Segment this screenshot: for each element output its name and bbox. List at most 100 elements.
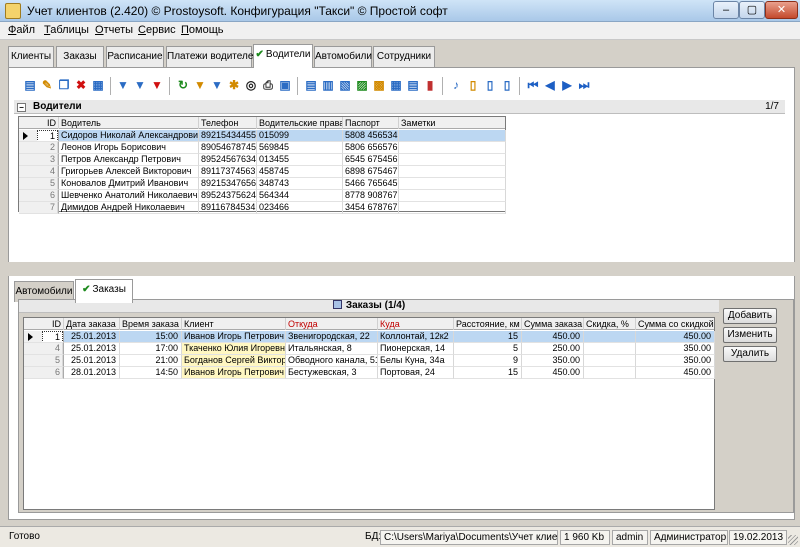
minimize-button[interactable]: – bbox=[713, 1, 739, 19]
table-row[interactable]: 1 Сидоров Николай Александрович 8921543445… bbox=[19, 130, 506, 142]
menu-help[interactable]: Помощь bbox=[181, 24, 224, 36]
menu-service[interactable]: Сервис bbox=[138, 24, 176, 36]
resize-grip[interactable] bbox=[788, 535, 798, 545]
refresh-icon[interactable]: ↻ bbox=[175, 77, 191, 93]
col-header-time[interactable]: Время заказа bbox=[120, 318, 182, 330]
cell-name: Григорьев Алексей Викторович bbox=[59, 166, 199, 178]
filter-special-icon[interactable]: ✱ bbox=[226, 77, 242, 93]
export5-icon[interactable]: ▩ bbox=[371, 77, 387, 93]
chart-icon[interactable]: ▮ bbox=[422, 77, 438, 93]
card-icon[interactable]: ▦ bbox=[90, 77, 106, 93]
col-header-sum[interactable]: Сумма заказа bbox=[522, 318, 584, 330]
print-preview-icon[interactable]: ⎙ bbox=[260, 77, 276, 93]
col-header-id[interactable]: ID bbox=[24, 318, 64, 330]
tab-orders[interactable]: Заказы bbox=[56, 46, 104, 67]
col-header-discount[interactable]: Скидка, % bbox=[584, 318, 636, 330]
tab-cars[interactable]: Автомобили bbox=[314, 46, 372, 67]
table-row[interactable]: 4 25.01.2013 17:00 Ткаченко Юлия Игоревн Ита… bbox=[24, 343, 715, 355]
cell-to: Пионерская, 14 bbox=[378, 343, 454, 355]
col-header-distance[interactable]: Расстояние, км bbox=[454, 318, 522, 330]
drivers-grid[interactable]: ID Водитель Телефон Водительские права П… bbox=[18, 116, 506, 214]
col-header-notes[interactable]: Заметки bbox=[399, 117, 506, 129]
col-header-client[interactable]: Клиент bbox=[182, 318, 286, 330]
row-indicator: 3 bbox=[19, 154, 59, 166]
splitter[interactable] bbox=[8, 262, 795, 276]
title-bar: Учет клиентов (2.420) © Prostoysoft. Кон… bbox=[0, 0, 800, 22]
doc2-icon[interactable]: ▯ bbox=[482, 77, 498, 93]
col-header-to[interactable]: Куда bbox=[378, 318, 454, 330]
cell-id: 5 bbox=[42, 355, 63, 366]
cell-notes bbox=[399, 190, 506, 202]
delete-icon[interactable]: ✖ bbox=[73, 77, 89, 93]
table-row[interactable]: 6 28.01.2013 14:50 Иванов Игорь Петрович Бес… bbox=[24, 367, 715, 379]
copy-icon[interactable]: ❐ bbox=[56, 77, 72, 93]
table-row[interactable]: 5 Коновалов Дмитрий Иванович 89215347656 34… bbox=[19, 178, 506, 190]
close-button[interactable]: ✕ bbox=[765, 1, 798, 19]
cell-id: 7 bbox=[37, 202, 58, 213]
find-icon[interactable]: ◎ bbox=[243, 77, 259, 93]
tab-driver-payments[interactable]: Платежи водителей bbox=[166, 46, 259, 67]
cell-from: Итальянская, 8 bbox=[286, 343, 378, 355]
export1-icon[interactable]: ▤ bbox=[303, 77, 319, 93]
check-icon: ✔ bbox=[255, 49, 264, 60]
table-row[interactable]: 6 Шевченко Анатолий Николаевич 89524375624… bbox=[19, 190, 506, 202]
table-row[interactable]: 7 Димидов Андрей Николаевич 89116784534 023… bbox=[19, 202, 506, 214]
filter-funnel-icon[interactable]: ▼ bbox=[192, 77, 208, 93]
col-header-date[interactable]: Дата заказа bbox=[64, 318, 120, 330]
tab-drivers[interactable]: ✔ Водители bbox=[253, 44, 313, 68]
col-header-phone[interactable]: Телефон bbox=[199, 117, 257, 129]
export7-icon[interactable]: ▤ bbox=[405, 77, 421, 93]
menu-tables[interactable]: Таблицы bbox=[44, 24, 89, 36]
next-icon[interactable]: ▶ bbox=[559, 77, 575, 93]
orders-grid[interactable]: ID Дата заказа Время заказа Клиент Откуд… bbox=[23, 317, 715, 510]
cell-discount bbox=[584, 331, 636, 343]
cell-total: 350.00 bbox=[636, 343, 715, 355]
menu-reports[interactable]: Отчеты bbox=[95, 24, 133, 36]
save-icon[interactable]: ▣ bbox=[277, 77, 293, 93]
tab-employees[interactable]: Сотрудники bbox=[373, 46, 435, 67]
table-row[interactable]: 1 25.01.2013 15:00 Иванов Игорь Петрович Зве… bbox=[24, 331, 715, 343]
cell-total: 350.00 bbox=[636, 355, 715, 367]
doc3-icon[interactable]: ▯ bbox=[499, 77, 515, 93]
table-row[interactable]: 4 Григорьев Алексей Викторович 89117374563… bbox=[19, 166, 506, 178]
cell-from: Обводного канала, 51 bbox=[286, 355, 378, 367]
first-icon[interactable]: ⏮ bbox=[525, 77, 541, 93]
col-header-license[interactable]: Водительские права bbox=[257, 117, 343, 129]
add-button[interactable]: Добавить bbox=[723, 308, 777, 324]
collapse-icon[interactable]: − bbox=[17, 103, 26, 112]
table-row[interactable]: 5 25.01.2013 21:00 Богданов Сергей Виктор Об… bbox=[24, 355, 715, 367]
edit-icon[interactable]: ✎ bbox=[39, 77, 55, 93]
export3-icon[interactable]: ▧ bbox=[337, 77, 353, 93]
cell-name: Сидоров Николай Александрович bbox=[59, 130, 199, 142]
col-header-passport[interactable]: Паспорт bbox=[343, 117, 399, 129]
tab-clients[interactable]: Клиенты bbox=[8, 46, 54, 67]
table-row[interactable]: 3 Петров Александр Петрович 89524567634 013… bbox=[19, 154, 506, 166]
col-header-id[interactable]: ID bbox=[19, 117, 59, 129]
tab-schedule[interactable]: Расписание bbox=[106, 46, 164, 67]
note-icon[interactable]: ♪ bbox=[448, 77, 464, 93]
last-icon[interactable]: ⏭ bbox=[576, 77, 592, 93]
status-user: admin bbox=[612, 530, 648, 545]
doc1-icon[interactable]: ▯ bbox=[465, 77, 481, 93]
print-icon[interactable]: ▤ bbox=[22, 77, 38, 93]
table-row[interactable]: 2 Леонов Игорь Борисович 89054678745 569845… bbox=[19, 142, 506, 154]
col-header-driver[interactable]: Водитель bbox=[59, 117, 199, 129]
maximize-button[interactable]: ▢ bbox=[739, 1, 765, 19]
col-header-from[interactable]: Откуда bbox=[286, 318, 378, 330]
delete-button[interactable]: Удалить bbox=[723, 346, 777, 362]
tab-detail-orders[interactable]: ✔ Заказы bbox=[75, 279, 133, 303]
filter-user-icon[interactable]: ▼ bbox=[149, 77, 165, 93]
filter-select-icon[interactable]: ▼ bbox=[209, 77, 225, 93]
export6-icon[interactable]: ▦ bbox=[388, 77, 404, 93]
toolbar-separator bbox=[169, 77, 170, 95]
edit-button[interactable]: Изменить bbox=[723, 327, 777, 343]
filter-icon[interactable]: ▼ bbox=[115, 77, 131, 93]
menu-file[interactable]: Файл bbox=[8, 24, 35, 36]
export4-icon[interactable]: ▨ bbox=[354, 77, 370, 93]
export2-icon[interactable]: ▥ bbox=[320, 77, 336, 93]
filter-clear-icon[interactable]: ▼ bbox=[132, 77, 148, 93]
col-header-total[interactable]: Сумма со скидкой bbox=[636, 318, 715, 330]
cell-discount bbox=[584, 343, 636, 355]
prev-icon[interactable]: ◀ bbox=[542, 77, 558, 93]
drivers-section-title: Водители bbox=[33, 101, 82, 112]
